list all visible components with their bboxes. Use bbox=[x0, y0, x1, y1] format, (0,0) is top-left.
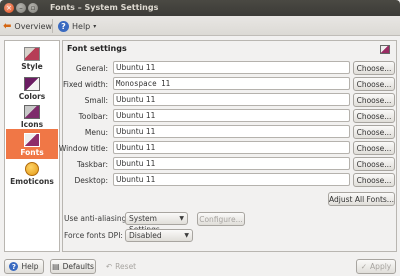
title-bar[interactable]: × – ▫ Fonts – System Settings bbox=[0, 0, 400, 16]
menu-font-field[interactable]: Ubuntu 11 bbox=[113, 125, 350, 138]
configure-button[interactable]: Configure... bbox=[197, 212, 245, 226]
reset-icon: ↶ bbox=[105, 262, 113, 271]
force-dpi-label: Force fonts DPI: bbox=[64, 231, 123, 240]
font-settings-panel: Font settings General: Ubuntu 11 Choose.… bbox=[59, 40, 398, 252]
font-row-label: General: bbox=[75, 64, 108, 73]
font-row-label: Menu: bbox=[84, 128, 108, 137]
apply-button-label: Apply bbox=[370, 262, 392, 271]
font-row-menu: Menu: Ubuntu 11 Choose... bbox=[63, 125, 398, 139]
apply-button[interactable]: ✓ Apply bbox=[356, 259, 396, 274]
checkmark-icon: ✓ bbox=[360, 262, 368, 271]
help-button[interactable]: ? Help bbox=[4, 259, 44, 274]
overview-button[interactable]: ⬅ Overview bbox=[3, 19, 52, 33]
font-row-window-title: Window title: Ubuntu 11 Choose... bbox=[59, 141, 398, 155]
emoticon-icon bbox=[25, 162, 39, 176]
choose-small-font-button[interactable]: Choose... bbox=[353, 93, 395, 107]
overview-label: Overview bbox=[14, 21, 53, 31]
choose-menu-font-button[interactable]: Choose... bbox=[353, 125, 395, 139]
font-row-label: Toolbar: bbox=[78, 112, 108, 121]
reset-button-label: Reset bbox=[115, 262, 137, 271]
font-row-label: Window title: bbox=[58, 144, 108, 153]
maximize-window-button[interactable]: ▫ bbox=[28, 3, 38, 13]
font-row-fixed-width: Fixed width: Monospace 11 Choose... bbox=[63, 77, 398, 91]
choose-taskbar-font-button[interactable]: Choose... bbox=[353, 157, 395, 171]
help-icon: ? bbox=[9, 262, 19, 271]
anti-aliasing-select[interactable]: System Settings ▼ bbox=[125, 212, 188, 234]
choose-fixed-width-font-button[interactable]: Choose... bbox=[353, 77, 395, 91]
font-row-desktop: Desktop: Ubuntu 11 Choose... bbox=[63, 173, 398, 187]
close-window-button[interactable]: × bbox=[4, 3, 14, 13]
font-row-general: General: Ubuntu 11 Choose... bbox=[63, 61, 398, 75]
window-title-font-field[interactable]: Ubuntu 11 bbox=[113, 141, 350, 154]
toolbar: ⬅ Overview ? Help ▾ ➚ bbox=[0, 16, 400, 52]
font-row-label: Fixed width: bbox=[62, 80, 108, 89]
chevron-down-icon: ▼ bbox=[179, 215, 184, 222]
font-row-taskbar: Taskbar: Ubuntu 11 Choose... bbox=[63, 157, 398, 171]
help-label: Help bbox=[72, 21, 91, 31]
anti-aliasing-label: Use anti-aliasing: bbox=[64, 214, 129, 223]
defaults-button[interactable]: ▤ Defaults bbox=[50, 259, 96, 274]
bottom-button-bar: ? Help ▤ Defaults ↶ Reset ✓ Apply bbox=[0, 257, 400, 276]
defaults-button-label: Defaults bbox=[62, 262, 94, 271]
help-menu-button[interactable]: ? Help ▾ bbox=[58, 19, 96, 33]
adjust-all-fonts-button[interactable]: Adjust All Fonts... bbox=[328, 192, 395, 206]
defaults-icon: ▤ bbox=[52, 262, 60, 271]
reset-button[interactable]: ↶ Reset bbox=[102, 259, 140, 274]
fonts-panel-icon bbox=[380, 45, 390, 54]
window-title: Fonts – System Settings bbox=[50, 3, 159, 12]
general-font-field[interactable]: Ubuntu 11 bbox=[113, 61, 350, 74]
font-row-label: Small: bbox=[84, 96, 108, 105]
desktop-font-field[interactable]: Ubuntu 11 bbox=[113, 173, 350, 186]
font-row-label: Taskbar: bbox=[76, 160, 108, 169]
chevron-down-icon: ▼ bbox=[184, 232, 189, 239]
help-button-label: Help bbox=[21, 262, 39, 271]
settings-window: × – ▫ Fonts – System Settings ⬅ Overview… bbox=[0, 0, 400, 276]
small-font-field[interactable]: Ubuntu 11 bbox=[113, 93, 350, 106]
toolbar-font-field[interactable]: Ubuntu 11 bbox=[113, 109, 350, 122]
choose-general-font-button[interactable]: Choose... bbox=[353, 61, 395, 75]
force-dpi-value: Disabled bbox=[129, 231, 162, 240]
fixed-width-font-field[interactable]: Monospace 11 bbox=[113, 77, 350, 90]
font-row-label: Desktop: bbox=[74, 176, 108, 185]
taskbar-font-field[interactable]: Ubuntu 11 bbox=[113, 157, 350, 170]
choose-toolbar-font-button[interactable]: Choose... bbox=[353, 109, 395, 123]
toolbar-separator bbox=[52, 19, 53, 33]
minimize-window-button[interactable]: – bbox=[16, 3, 26, 13]
back-arrow-icon: ⬅ bbox=[3, 20, 12, 32]
choose-desktop-font-button[interactable]: Choose... bbox=[353, 173, 395, 187]
choose-window-title-font-button[interactable]: Choose... bbox=[353, 141, 395, 155]
font-row-toolbar: Toolbar: Ubuntu 11 Choose... bbox=[63, 109, 398, 123]
font-row-small: Small: Ubuntu 11 Choose... bbox=[63, 93, 398, 107]
panel-title: Font settings bbox=[67, 44, 127, 53]
help-icon: ? bbox=[58, 20, 69, 32]
style-icon bbox=[24, 47, 40, 61]
force-dpi-select[interactable]: Disabled ▼ bbox=[125, 229, 193, 242]
chevron-down-icon: ▾ bbox=[93, 22, 97, 30]
